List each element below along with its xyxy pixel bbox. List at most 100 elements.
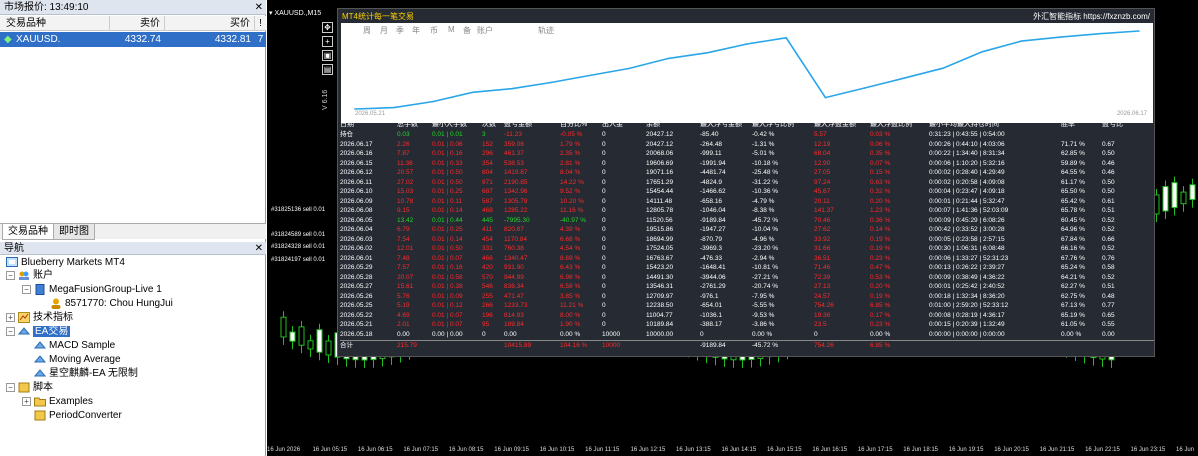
tree-script-folder[interactable]: + Examples (22, 395, 93, 409)
tab-tick-chart[interactable]: 即时图 (53, 224, 95, 240)
order-label[interactable]: #31824328 sell 0.01 (271, 244, 326, 250)
tab-symbols[interactable]: 交易品种 (2, 224, 54, 240)
floppy-icon[interactable]: ▣ (322, 50, 333, 61)
tree-scripts[interactable]: − 脚本 (6, 381, 53, 395)
cell-hold-time: 0:00:07 | 1:41:36 | 52:03:09 (929, 207, 1009, 214)
cell-profit: 10415.89 (504, 342, 532, 349)
cell-percent: 6.43 % (560, 264, 581, 271)
period-tab[interactable]: 币 (430, 25, 438, 36)
cell-max-float-loss-pct: -45.72 % (752, 342, 779, 349)
period-tab[interactable]: M (448, 25, 455, 34)
cell-count: 570 (482, 273, 493, 281)
time-axis: 16 Jun 2026 16 Jun 05:15 16 Jun 06:15 16 Ju… (267, 445, 1198, 456)
time-axis-label: 16 Jun 2026 (267, 447, 301, 453)
order-label[interactable]: #31825136 sell 0.01 (271, 207, 326, 213)
cell-max-float-profit: 27.05 (814, 169, 831, 176)
cell-max-float-loss: -1947.27 (700, 226, 726, 233)
period-tab[interactable]: 周 (363, 25, 371, 36)
expand-icon[interactable]: + (6, 312, 15, 322)
tree-root[interactable]: Blueberry Markets MT4 (6, 256, 125, 270)
table-row: 2026.05.22 4.69 0.01 | 0.07 196 814.93 8.00 %… (340, 311, 1154, 321)
collapse-icon[interactable]: − (6, 270, 15, 280)
cell-total-lots: 4.69 (397, 311, 410, 319)
cell-balance: 20427.12 (646, 131, 674, 138)
col-symbol[interactable]: 交易品种 (0, 16, 110, 31)
cell-max-float-profit-pct: 0.23 % (870, 321, 891, 328)
col-bid[interactable]: 卖价 (110, 16, 165, 31)
cell-max-float-profit: 5.57 (814, 131, 827, 138)
table-row: 2026.06.05 13.42 0.01 | 0.44 445 -7995.30 -40… (340, 216, 1154, 226)
time-axis-label: 16 Jun 11:15 (585, 447, 620, 453)
candle-body (1171, 182, 1178, 209)
order-label[interactable]: #31824197 sell 0.01 (271, 257, 326, 263)
cell-profit: -11.23 (504, 131, 522, 138)
tree-experts[interactable]: − EA交易 (6, 325, 71, 339)
cell-win-rate: 64.21 % (1061, 273, 1085, 281)
cell-profit-factor: 0.50 (1102, 178, 1115, 186)
period-tab[interactable]: 备 (463, 25, 471, 36)
cell-balance: 12709.97 (646, 292, 674, 300)
tree-account[interactable]: 8571770: Chou HungJui (50, 297, 173, 311)
tree-expert-item[interactable]: MACD Sample (33, 339, 115, 353)
market-watch-row[interactable]: ◆ XAUUSD. 4332.74 4332.81 7 (0, 32, 266, 47)
tree-script-item[interactable]: PeriodConverter (34, 409, 122, 423)
cell-win-rate: 65.42 % (1061, 197, 1085, 205)
tree-expert-item[interactable]: Moving Average (33, 353, 121, 367)
cell-date: 2026.06.11 (340, 178, 373, 186)
move-icon[interactable]: ✥ (322, 22, 333, 33)
period-tab[interactable]: 账户 (477, 25, 493, 36)
cell-hold-time: 0:00:30 | 1:06:31 | 6:08:48 (929, 245, 1005, 252)
cell-max-float-loss: -388.17 (700, 321, 723, 328)
cell-date: 2026.05.27 (340, 283, 373, 290)
col-spread[interactable]: ! (255, 16, 266, 31)
tree-server[interactable]: − MegaFusionGroup-Live 1 (22, 283, 162, 297)
cell-percent: 14.22 % (560, 178, 584, 186)
cell-max-float-loss: -9189.84 (700, 216, 726, 224)
period-tab[interactable]: 月 (380, 25, 388, 36)
cell-percent: 百分比% (560, 121, 588, 128)
period-tab[interactable]: 季 (396, 25, 404, 36)
cell-min-max-lots: 0.01 | 0.07 (432, 254, 463, 262)
tree-expert-item[interactable]: 星空麒麟-EA 无限制 (33, 367, 138, 381)
close-icon[interactable]: ✕ (255, 242, 263, 255)
cell-date: 2026.06.12 (340, 169, 373, 176)
cell-date: 2026.06.05 (340, 216, 373, 224)
screenshot-icon[interactable]: ▤ (322, 64, 333, 75)
equity-end-date: 2026.06.17 (1116, 111, 1147, 117)
cell-max-float-profit-pct: 0.63 % (870, 178, 891, 186)
cell-max-float-loss-pct: -31.22 % (752, 178, 779, 186)
close-icon[interactable]: ✕ (255, 0, 263, 15)
cell-min-max-lots: 0.01 | 0.07 (432, 311, 463, 319)
plus-icon[interactable]: + (322, 36, 333, 47)
tree-indicators[interactable]: + 技术指标 (6, 311, 73, 325)
indicators-icon (18, 311, 30, 323)
cell-profit-factor: 0.50 (1102, 188, 1115, 195)
cell-deposit: 0 (602, 321, 606, 328)
period-tab[interactable]: 年 (412, 25, 420, 36)
tree-accounts[interactable]: − 账户 (6, 269, 53, 283)
row-ask: 4332.81 (214, 34, 251, 45)
cell-max-float-loss: -2761.29 (700, 283, 726, 290)
script-icon (34, 410, 46, 421)
cell-max-float-profit: 20.11 (814, 197, 830, 205)
period-tab[interactable]: 日 (350, 25, 358, 36)
collapse-icon[interactable]: − (6, 382, 15, 392)
cell-max-float-profit-pct: 0.03 % (870, 131, 891, 138)
collapse-icon[interactable]: − (6, 326, 15, 336)
order-label[interactable]: #31824589 sell 0.01 (271, 232, 326, 238)
equity-point (432, 100, 435, 103)
col-ask[interactable]: 买价 (165, 16, 255, 31)
cell-count: 95 (482, 321, 490, 328)
cell-min-max-lots: 0.01 | 0.38 (432, 283, 463, 290)
cell-max-float-loss-pct: -10.04 % (752, 226, 779, 233)
time-axis-label: 16 Jun 14:15 (721, 447, 757, 453)
cell-min-max-lots: 0.01 | 0.07 (432, 321, 463, 328)
collapse-icon[interactable]: − (22, 284, 31, 294)
panel-site[interactable]: 外汇智能指标 https://fxznzb.com/ (1033, 11, 1150, 22)
cell-max-float-loss-pct: -10.36 % (752, 188, 779, 195)
period-tab[interactable]: 轨迹 (538, 25, 554, 36)
cell-balance: 18694.99 (646, 235, 674, 243)
cell-hold-time: 0:31:23 | 0:43:55 | 0:54:00 (929, 131, 1005, 138)
cell-percent: 9.52 % (560, 188, 581, 195)
expand-icon[interactable]: + (22, 396, 31, 406)
